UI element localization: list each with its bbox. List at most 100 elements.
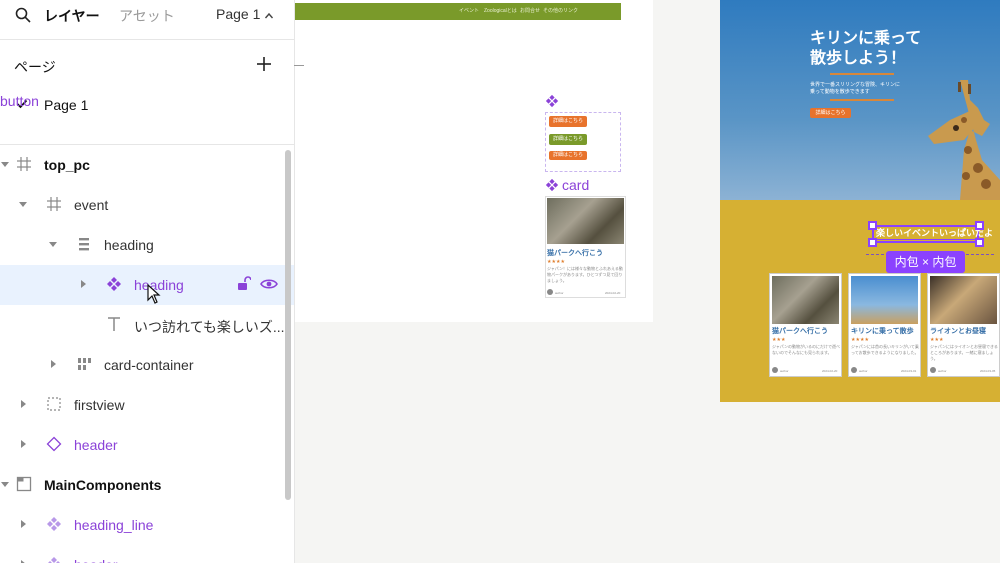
sample-button-small[interactable]: 詳細はこちら [549,151,588,160]
card-title: 猫パークへ行こう [547,250,603,257]
layer-row-header-instance[interactable]: header [0,425,294,465]
hero-title-line-2: 散歩しよう！ [810,50,907,67]
layer-row-firstview[interactable]: firstview [0,385,294,425]
card-stars: ★★★★ [547,259,565,265]
component-label-button[interactable]: button [0,93,39,109]
layer-row-maincomponents[interactable]: MainComponents [0,465,294,505]
card-title: キリンに乗って散歩 [851,328,914,335]
nav-item: Zoologicalとは [484,8,517,14]
layer-row-top-pc[interactable]: top_pc [0,145,294,185]
unlock-icon[interactable] [237,276,252,297]
eye-icon[interactable] [260,276,278,297]
card-date: 2024-02-20 [605,291,621,295]
nav-item: イベント [459,8,480,14]
pointer-cursor-icon [147,283,161,309]
frame-icon [46,196,62,217]
caret-down-icon[interactable] [0,477,10,496]
text-icon [106,316,122,337]
avatar [772,367,778,373]
card-text: ジャパンの動物がいるのにだけで遊べないのでそんなにも見られます。 [772,344,840,355]
card-image-giraffe [851,276,918,324]
search-icon[interactable] [14,6,32,29]
layer-label: heading [104,237,154,253]
event-card[interactable]: 猫パークへ行こう ★★★ ジャパンの動物がいるのにだけで遊べないのでそんなにも見… [769,273,842,377]
layer-row-heading-line[interactable]: heading_line [0,505,294,545]
layer-label: top_pc [44,157,90,173]
component-icon [545,94,559,113]
caret-down-icon[interactable] [18,197,28,216]
card-author: author [555,291,564,295]
card-text: ジャパン！には様々な動物とふれあえる動物パークがあります。ひとつずつ見て回りまし… [547,266,623,283]
layer-row-event[interactable]: event [0,185,294,225]
component-instance-icon [106,276,122,297]
instance-icon [46,436,62,457]
hero-subtitle-line-1: 世界で一番スリリングな冒険、キリンに [810,82,901,88]
caret-right-icon[interactable] [18,517,28,536]
hero-detail-button[interactable]: 詳細はこちら [810,108,851,118]
layer-label: header [74,557,118,563]
layer-row-heading-autolayout[interactable]: heading [0,225,294,265]
hero-title: キリンに乗って 散歩しよう！ [810,29,921,69]
dimension-badge: 内包 × 内包 [886,251,965,273]
caret-down-icon[interactable] [48,237,58,256]
card-title: 猫パークへ行こう [772,328,828,335]
group-icon [46,396,62,417]
caret-right-icon[interactable] [18,437,28,456]
event-card[interactable]: ライオンとお昼寝 ★★★ ジャパンにはライオンとお昼寝できるところがあります。一… [927,273,1000,377]
component-icon [46,516,62,537]
layer-row-card-container[interactable]: card-container [0,345,294,385]
card-stars: ★★★ [772,337,786,343]
resize-handle[interactable] [868,238,877,247]
divider [830,73,894,75]
event-card[interactable]: キリンに乗って散歩 ★★★★ ジャパンには首の長いキリンがいて乗ってお散歩できる… [848,273,921,377]
layer-label: heading_line [74,517,154,533]
site-header-bar: イベント Zoologicalとは お問合せ その他のリンク [295,3,621,20]
giraffe-image [920,80,1000,205]
scrollbar[interactable] [285,150,291,500]
caret-right-icon[interactable] [78,277,88,296]
layer-label: header [74,437,118,453]
caret-down-icon[interactable] [0,157,10,176]
caret-right-icon[interactable] [48,357,58,376]
caret-right-icon[interactable] [18,397,28,416]
hero-subtitle: 世界で一番スリリングな冒険、キリンに 乗って動物を散歩できます [810,82,900,96]
component-label-card[interactable]: card [562,177,589,193]
sample-button-green[interactable]: 詳細はこちら [549,134,588,145]
card-text: ジャパンにはライオンとお昼寝できるところがあります。一緒に寝ましょう。 [930,344,998,361]
card-author: author [938,369,947,373]
card-title: ライオンとお昼寝 [930,328,986,335]
card-date: 2024-03-05 [980,369,996,373]
resize-handle[interactable] [868,221,877,230]
hero-subtitle-line-2: 乗って動物を散歩できます [810,89,870,95]
nav-item: その他のリンク [543,8,579,14]
auto-layout-grid-icon [76,356,92,377]
pages-header: ページ [14,59,56,75]
add-page-icon[interactable] [255,55,273,78]
page-selector[interactable]: Page 1 [216,6,260,22]
layer-label: card-container [104,357,194,373]
card-image-cat [547,198,624,244]
tab-assets[interactable]: アセット [119,6,175,26]
panel-tabs: レイヤー アセット Page 1 [0,0,294,40]
card-author: author [859,369,868,373]
resize-handle[interactable] [975,221,984,230]
layer-row-text[interactable]: いつ訪れても楽しいズ... [0,305,294,345]
divider [830,99,894,101]
caret-right-icon[interactable] [18,557,28,563]
component-icon [545,178,559,197]
chevron-up-icon[interactable] [264,8,274,26]
layer-row-header-component[interactable]: header [0,545,294,563]
layer-label: event [74,197,109,213]
layer-label: いつ訪れても楽しいズ... [134,319,285,335]
hero-title-line-1: キリンに乗って [810,30,922,47]
avatar [547,289,553,295]
figma-app: レイヤー アセット Page 1 ページ Page 1 top_pc event… [0,0,1000,563]
avatar [851,367,857,373]
sample-button-orange[interactable]: 詳細はこちら [549,116,588,127]
card-stars: ★★★ [930,337,944,343]
tab-layers[interactable]: レイヤー [44,6,100,26]
card-date: 2024-02-20 [822,369,838,373]
divider [874,239,978,240]
page-item-page-1[interactable]: Page 1 [0,92,294,120]
resize-handle[interactable] [975,238,984,247]
